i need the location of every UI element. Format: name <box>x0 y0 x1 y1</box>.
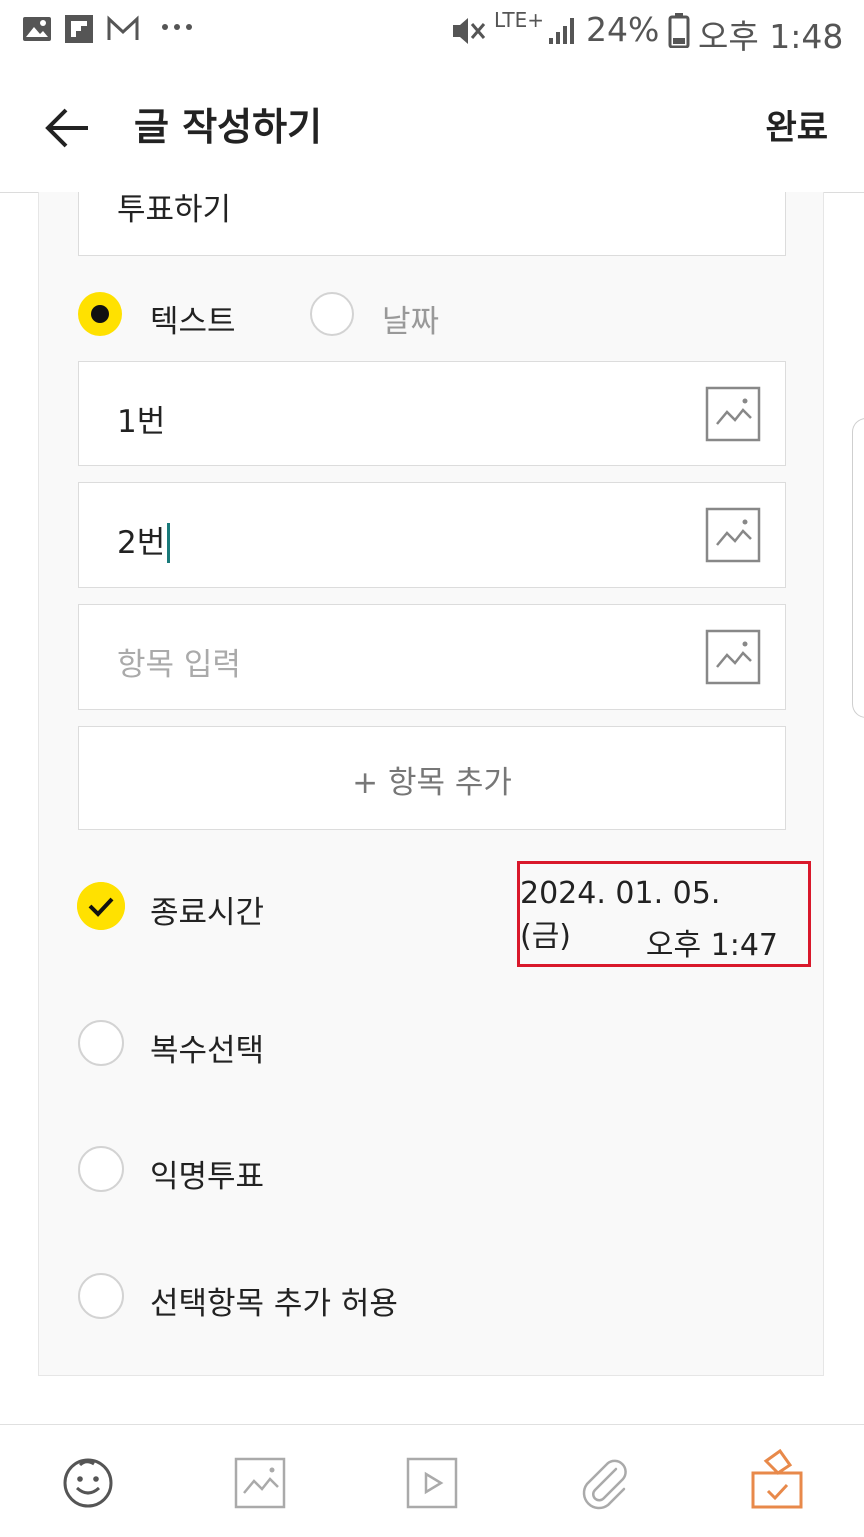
end-time: 오후 1:47 <box>645 928 778 963</box>
poll-item-1-value: 1번 <box>117 404 166 440</box>
poll-item-1[interactable]: 1번 <box>78 361 786 466</box>
app-header: 글 작성하기 완료 <box>0 62 864 193</box>
bottom-toolbar <box>0 1424 864 1537</box>
type-option-date[interactable]: 날짜 <box>382 296 439 341</box>
image-attach-icon[interactable] <box>705 507 761 563</box>
poll-item-3[interactable]: 항목 입력 <box>78 604 786 710</box>
mute-icon <box>453 18 486 44</box>
poll-item-3-placeholder: 항목 입력 <box>117 647 241 683</box>
end-time-checkbox[interactable] <box>77 882 125 930</box>
text-cursor <box>167 522 171 563</box>
multi-select-checkbox[interactable] <box>78 1020 124 1066</box>
end-time-picker[interactable]: 2024. 01. 05. (금) 오후 1:47 <box>517 861 811 967</box>
edge-panel-handle[interactable] <box>852 418 864 718</box>
anonymous-checkbox[interactable] <box>78 1146 124 1192</box>
poll-title-field[interactable]: 투표하기 <box>78 192 786 256</box>
end-time-label[interactable]: 종료시간 <box>150 887 264 932</box>
image-attach-icon[interactable] <box>705 386 761 442</box>
poll-item-2[interactable]: 2번 <box>78 482 786 588</box>
signal-icon <box>549 18 574 44</box>
done-button[interactable]: 완료 <box>765 100 828 149</box>
multi-select-label[interactable]: 복수선택 <box>150 1025 264 1070</box>
poll-title-value: 투표하기 <box>117 192 232 228</box>
allow-add-items-label[interactable]: 선택항목 추가 허용 <box>150 1278 398 1323</box>
flipboard-icon <box>65 15 93 43</box>
battery-percent: 24% <box>586 10 660 49</box>
allow-add-items-checkbox[interactable] <box>78 1273 124 1319</box>
page-title: 글 작성하기 <box>134 105 323 149</box>
anonymous-label[interactable]: 익명투표 <box>150 1151 264 1196</box>
image-icon[interactable] <box>232 1455 288 1511</box>
attachment-icon[interactable] <box>576 1455 632 1511</box>
battery-icon <box>668 13 690 48</box>
poll-item-2-value: 2번 <box>117 517 171 565</box>
emoticon-icon[interactable] <box>60 1455 116 1511</box>
back-arrow-icon[interactable] <box>40 100 96 156</box>
more-icon <box>162 24 192 30</box>
gmail-icon <box>107 15 139 40</box>
status-bar: LTE+ 24% 오후 1:48 <box>0 0 864 62</box>
radio-text-type[interactable] <box>78 292 122 336</box>
poll-icon[interactable] <box>748 1447 806 1511</box>
video-icon[interactable] <box>404 1455 460 1511</box>
add-item-label: + 항목 추가 <box>352 765 512 801</box>
status-time: 오후 1:48 <box>698 17 844 56</box>
network-type: LTE+ <box>494 8 544 32</box>
add-item-button[interactable]: + 항목 추가 <box>78 726 786 830</box>
type-option-text[interactable]: 텍스트 <box>150 296 236 341</box>
radio-date-type[interactable] <box>310 292 354 336</box>
gallery-icon <box>23 17 51 41</box>
image-attach-icon[interactable] <box>705 629 761 685</box>
